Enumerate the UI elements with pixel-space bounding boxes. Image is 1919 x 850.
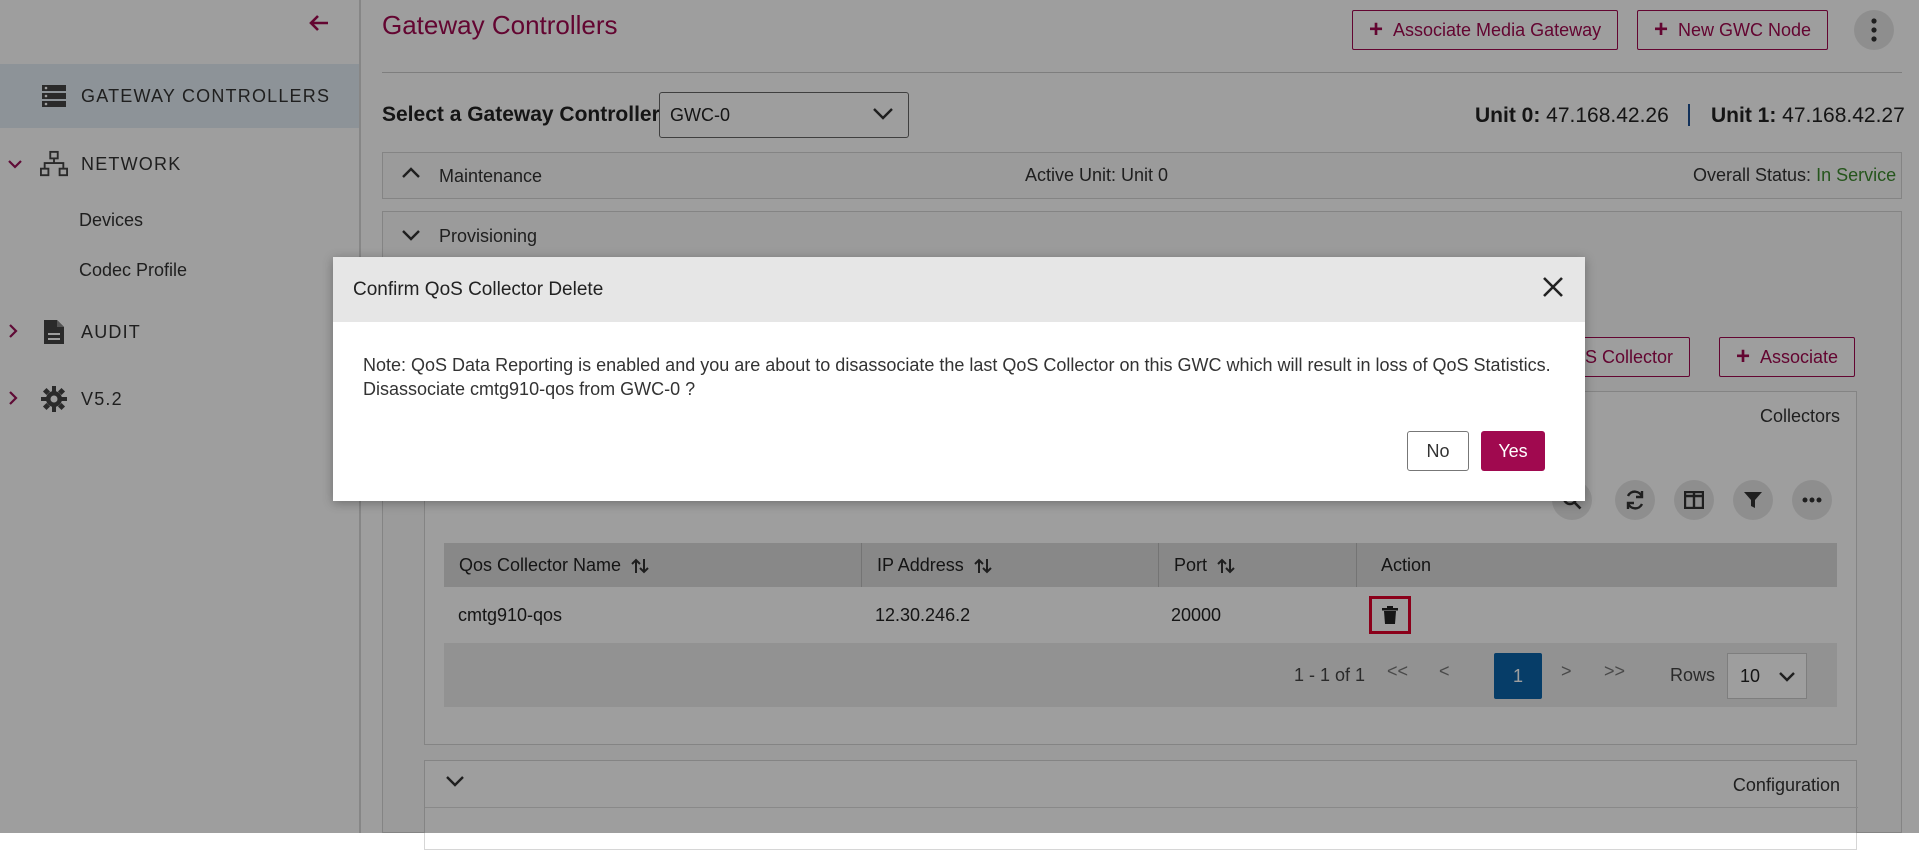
close-icon[interactable] — [1541, 275, 1569, 303]
dialog-title: Confirm QoS Collector Delete — [353, 279, 604, 300]
dialog-message: Note: QoS Data Reporting is enabled and … — [363, 353, 1563, 401]
dialog-message-line2: Disassociate cmtg910-qos from GWC-0 ? — [363, 379, 696, 399]
dialog-message-line1: Note: QoS Data Reporting is enabled and … — [363, 355, 1551, 375]
confirm-delete-dialog: Confirm QoS Collector Delete Note: QoS D… — [333, 257, 1585, 501]
dialog-header: Confirm QoS Collector Delete — [333, 257, 1585, 322]
yes-button[interactable]: Yes — [1481, 431, 1545, 471]
no-button[interactable]: No — [1407, 431, 1469, 471]
